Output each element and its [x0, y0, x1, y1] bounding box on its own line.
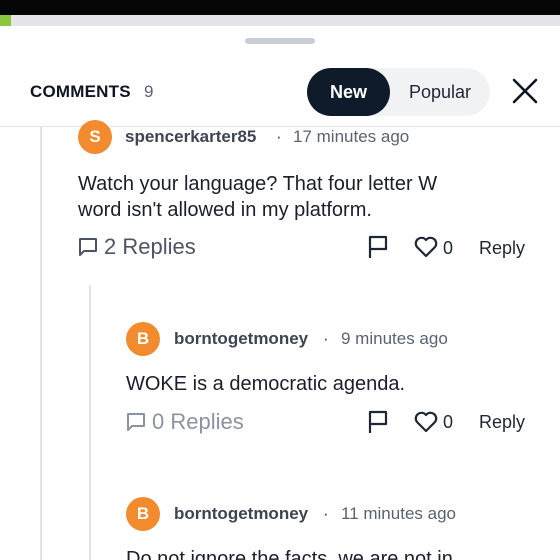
flag-button[interactable]: [366, 409, 392, 435]
comment-time: 11 minutes ago: [341, 504, 456, 523]
progress-bar: [0, 15, 560, 26]
replies-label: 2 Replies: [104, 234, 196, 259]
avatar[interactable]: B: [126, 497, 160, 531]
comment-text-line: word isn't allowed in my platform.: [78, 199, 372, 221]
drag-handle[interactable]: [245, 38, 315, 44]
replies-label: 0 Replies: [152, 409, 244, 434]
comment-text-line: Do not ignore the facts, we are not in: [126, 548, 453, 560]
comment-bubble-icon: [127, 413, 145, 431]
flag-icon: [368, 410, 388, 433]
flag-button[interactable]: [366, 234, 392, 260]
thread-line-outer: [40, 127, 42, 560]
comment-text-line: Watch your language? That four letter W: [78, 173, 438, 195]
close-button[interactable]: [510, 76, 540, 106]
comment-username[interactable]: spencerkarter85: [125, 127, 256, 147]
reply-button[interactable]: Reply: [479, 238, 525, 259]
comment-username[interactable]: borntogetmoney: [174, 329, 308, 349]
separator-dot: ·: [276, 127, 282, 146]
heart-icon: [414, 236, 438, 258]
like-count: 0: [443, 238, 454, 258]
like-button[interactable]: [413, 234, 439, 260]
comment-bubble-icon: [79, 238, 97, 256]
avatar[interactable]: S: [78, 120, 112, 154]
replies-button[interactable]: 2 Replies: [78, 233, 196, 261]
comment-time: 9 minutes ago: [341, 329, 448, 348]
comments-title: COMMENTS: [30, 82, 131, 101]
progress-bar-fill: [0, 15, 12, 26]
separator-dot: ·: [323, 329, 329, 348]
comment-time: 17 minutes ago: [293, 127, 410, 146]
comments-count: 9: [144, 82, 154, 101]
like-button[interactable]: [413, 409, 439, 435]
comment-text-line: WOKE is a democratic agenda.: [126, 373, 406, 395]
avatar[interactable]: B: [126, 322, 160, 356]
reply-button[interactable]: Reply: [479, 412, 525, 433]
tab-new[interactable]: New: [307, 68, 390, 116]
heart-icon: [414, 411, 438, 433]
thread-line-inner: [89, 285, 91, 560]
close-icon: [512, 78, 538, 104]
status-bar: [0, 0, 560, 15]
replies-button[interactable]: 0 Replies: [126, 408, 244, 436]
like-count: 0: [443, 412, 454, 432]
comment-username[interactable]: borntogetmoney: [174, 504, 308, 524]
sort-toggle: New Popular: [307, 68, 490, 116]
separator-dot: ·: [323, 504, 329, 523]
flag-icon: [368, 235, 388, 258]
tab-popular[interactable]: Popular: [390, 68, 490, 116]
